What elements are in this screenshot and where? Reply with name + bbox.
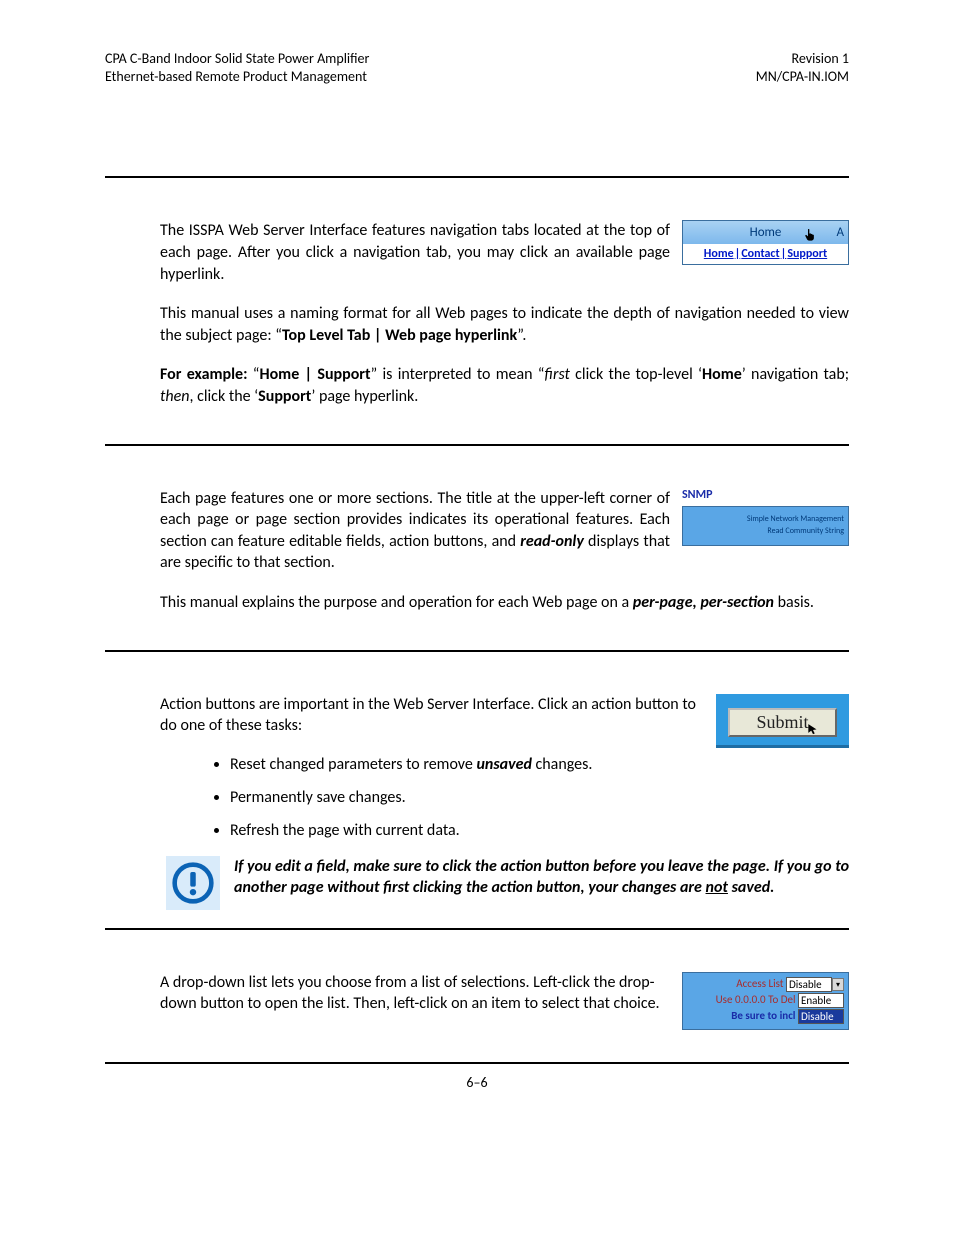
section2-p2: This manual explains the purpose and ope…: [160, 592, 849, 614]
dd-row2-label: Use 0.0.0.0 To Del: [716, 993, 796, 1006]
caution-text: If you edit a field, make sure to click …: [234, 856, 849, 899]
bullet-reset: Reset changed parameters to remove unsav…: [230, 755, 849, 774]
nav-tab-extra: A: [836, 225, 844, 240]
nav-tabs-screenshot: Home A Home|Contact|Support: [682, 220, 849, 265]
nav-link-support: Support: [787, 247, 827, 261]
nav-link-home: Home: [704, 247, 734, 261]
section1-p2: This manual uses a naming format for all…: [160, 303, 849, 346]
snmp-line1: Simple Network Management: [687, 513, 844, 525]
page-header: CPA C-Band Indoor Solid State Power Ampl…: [105, 50, 849, 86]
dd-row1-value: Disable: [786, 977, 832, 992]
document-page: CPA C-Band Indoor Solid State Power Ampl…: [0, 0, 954, 1111]
dropdown-screenshot: Access List Disable▾ Use 0.0.0.0 To Del …: [682, 972, 849, 1030]
dd-row3-label: Be sure to incl: [731, 1009, 795, 1022]
dd-row2-value: Enable: [798, 993, 844, 1008]
page-number: 6–6: [466, 1074, 487, 1091]
hand-cursor-icon: [802, 227, 818, 247]
arrow-cursor-icon: [806, 723, 820, 741]
header-right-line2: MN/CPA-IN.IOM: [756, 68, 849, 86]
snmp-line2: Read Community String: [687, 525, 844, 537]
section1-p3: For example: “Home | Support” is interpr…: [160, 364, 849, 407]
section-dropdown: Access List Disable▾ Use 0.0.0.0 To Del …: [105, 928, 849, 1036]
section-page-sections: SNMP Simple Network Management Read Comm…: [105, 444, 849, 632]
caution-note: If you edit a field, make sure to click …: [160, 856, 849, 910]
nav-link-contact: Contact: [741, 247, 779, 261]
header-right-line1: Revision 1: [756, 50, 849, 68]
action-bullets: Reset changed parameters to remove unsav…: [160, 755, 849, 840]
snmp-label: SNMP: [682, 488, 849, 506]
bullet-save: Permanently save changes.: [230, 788, 849, 807]
header-left-line2: Ethernet-based Remote Product Management: [105, 68, 369, 86]
header-left-line1: CPA C-Band Indoor Solid State Power Ampl…: [105, 50, 369, 68]
section-navigation: Home A Home|Contact|Support The ISSPA We…: [105, 176, 849, 425]
chevron-down-icon: ▾: [832, 978, 844, 991]
dd-row3-value: Disable: [798, 1009, 844, 1024]
bullet-refresh: Refresh the page with current data.: [230, 821, 849, 840]
caution-icon: [166, 856, 220, 910]
nav-tab-home: Home: [750, 225, 782, 240]
section-action-buttons: Submit Action buttons are important in t…: [105, 650, 849, 910]
page-footer: 6–6: [105, 1062, 849, 1091]
submit-screenshot: Submit: [716, 694, 849, 748]
snmp-screenshot: SNMP Simple Network Management Read Comm…: [682, 488, 849, 546]
submit-button-image: Submit: [728, 708, 837, 737]
dd-row1-label: Access List: [736, 977, 783, 990]
